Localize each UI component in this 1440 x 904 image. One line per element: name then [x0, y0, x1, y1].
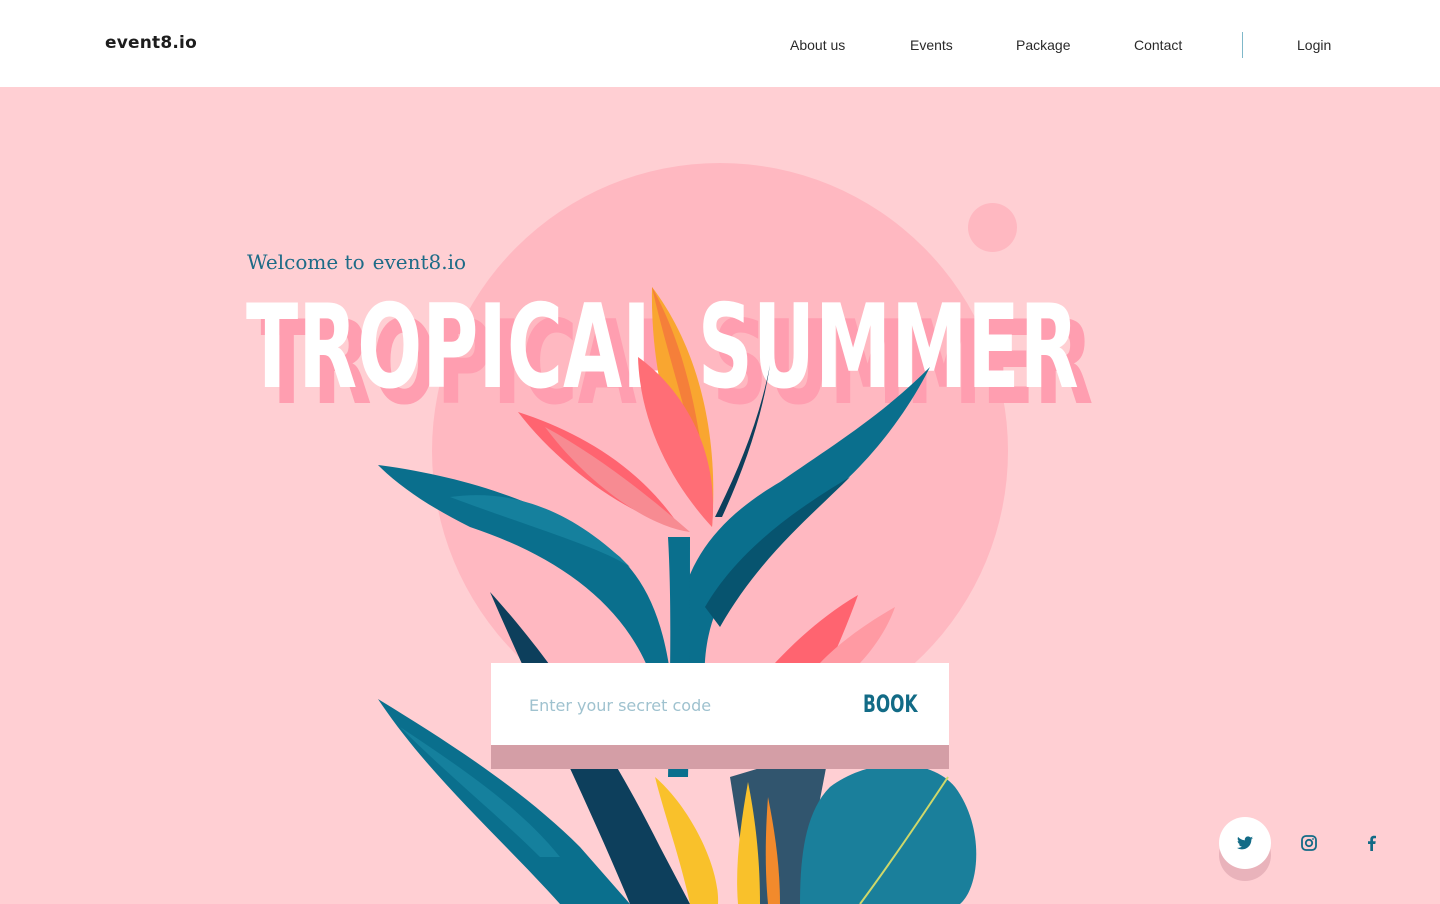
- twitter-icon: [1237, 836, 1253, 850]
- nav-about-us[interactable]: About us: [790, 37, 845, 53]
- book-button[interactable]: BOOK: [863, 686, 918, 722]
- hero-section: Welcome toevent8.io TROPICAL SUMMER: [0, 87, 1440, 904]
- logo[interactable]: event8.io: [105, 33, 197, 53]
- tropical-plant-illustration: [378, 287, 977, 904]
- nav-events[interactable]: Events: [910, 37, 953, 53]
- booking-shadow: [491, 745, 949, 769]
- instagram-icon: [1301, 835, 1317, 851]
- secret-code-input[interactable]: [527, 687, 831, 723]
- instagram-button[interactable]: [1283, 817, 1335, 869]
- nav-contact[interactable]: Contact: [1134, 37, 1182, 53]
- site-header: event8.io About us Events Package Contac…: [0, 0, 1440, 87]
- booking-form: BOOK: [491, 663, 949, 745]
- facebook-button[interactable]: [1345, 817, 1397, 869]
- twitter-button[interactable]: [1219, 817, 1271, 869]
- nav-divider: [1242, 32, 1243, 58]
- facebook-icon: [1367, 835, 1376, 851]
- nav-package[interactable]: Package: [1016, 37, 1070, 53]
- login-link[interactable]: Login: [1297, 37, 1331, 53]
